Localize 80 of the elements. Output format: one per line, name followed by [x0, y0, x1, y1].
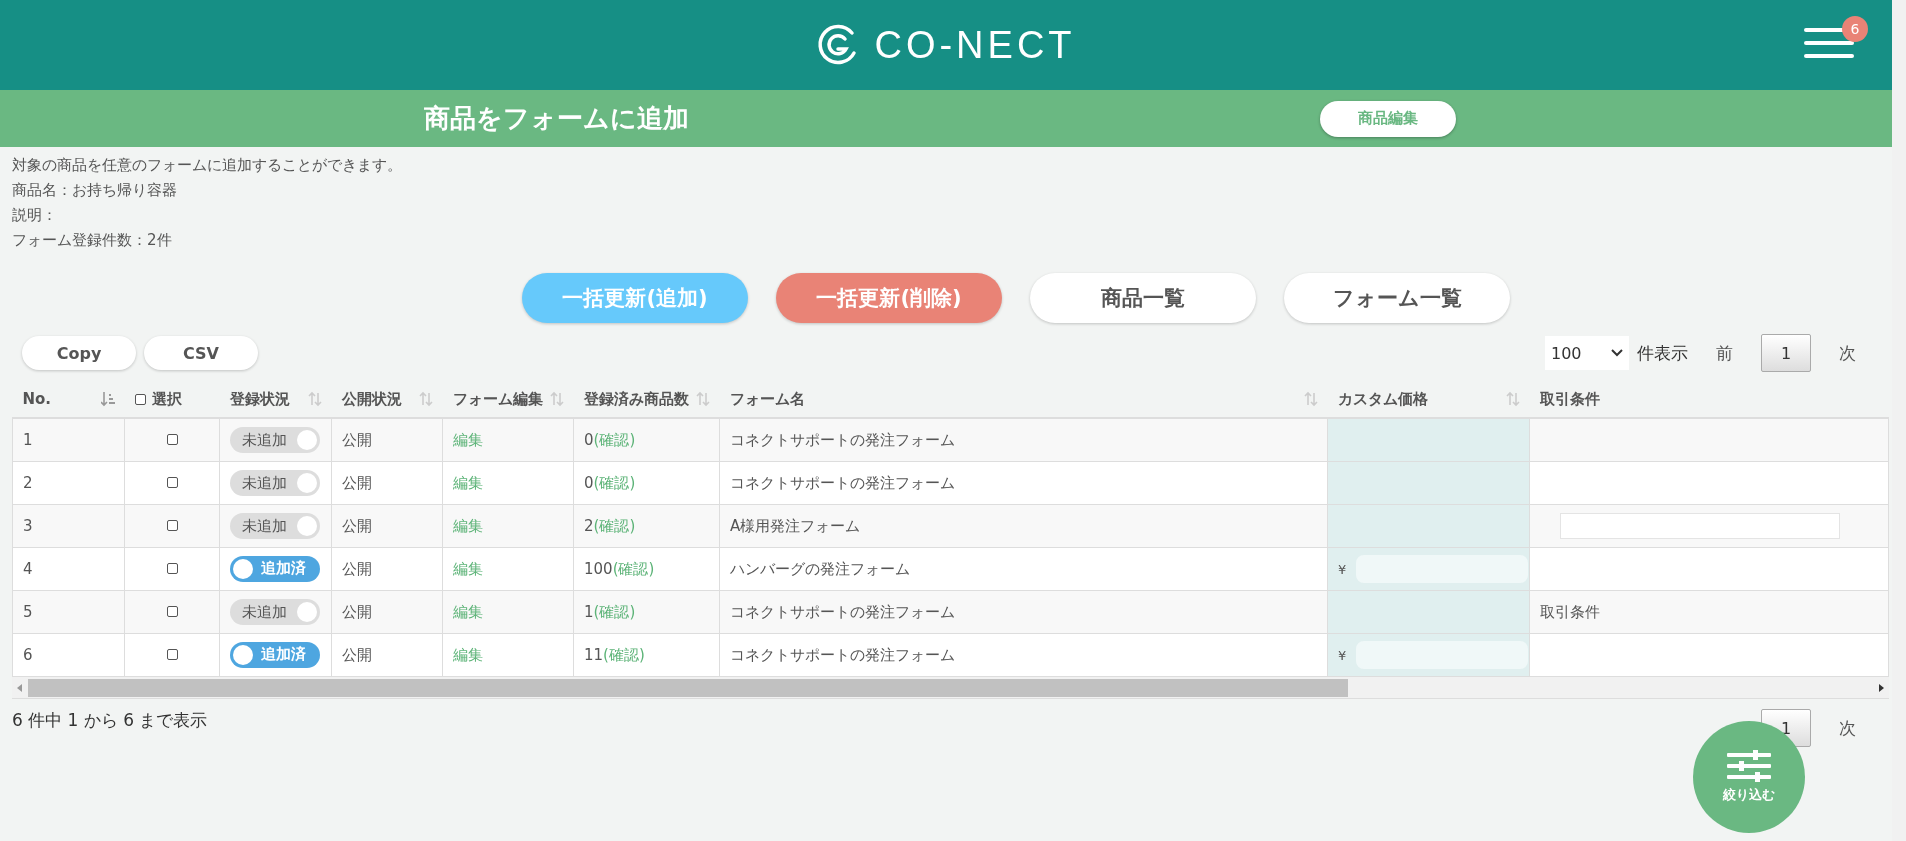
- info-text: 商品名：お持ち帰り容器: [12, 180, 178, 201]
- product-count: 1: [584, 602, 594, 621]
- currency-symbol: ¥: [1338, 647, 1347, 663]
- sort-icon[interactable]: [695, 391, 710, 407]
- status-toggle[interactable]: 未追加: [230, 470, 320, 496]
- action-button[interactable]: フォーム一覧: [1284, 273, 1510, 323]
- price-input[interactable]: [1356, 555, 1529, 583]
- public-status: 公開: [342, 430, 372, 449]
- export-button[interactable]: Copy: [22, 336, 136, 370]
- product-count: 2: [584, 516, 594, 535]
- row-number: 4: [23, 560, 33, 578]
- row-checkbox[interactable]: [166, 606, 178, 617]
- export-button[interactable]: CSV: [144, 336, 258, 370]
- page-button[interactable]: 1: [1761, 334, 1811, 372]
- row-checkbox[interactable]: [166, 563, 178, 574]
- product-count: 100: [584, 559, 613, 578]
- column-header[interactable]: 公開状況: [341, 389, 402, 409]
- action-button[interactable]: 商品一覧: [1030, 273, 1256, 323]
- column-header[interactable]: フォーム名: [729, 389, 805, 409]
- form-name: A様用発注フォーム: [730, 516, 861, 535]
- scroll-left-icon[interactable]: [16, 682, 24, 693]
- info-text: 対象の商品を任意のフォームに追加することができます。: [12, 155, 403, 176]
- row-checkbox[interactable]: [166, 649, 178, 660]
- terms-input[interactable]: [1560, 513, 1840, 539]
- column-header[interactable]: 取引条件: [1539, 389, 1600, 409]
- sliders-icon: [1725, 750, 1773, 782]
- sort-icon[interactable]: [307, 391, 322, 407]
- form-name: コネクトサポートの発注フォーム: [730, 645, 955, 664]
- sort-icon[interactable]: [1505, 391, 1520, 407]
- logo-text: CO-NECT: [874, 23, 1076, 67]
- form-name: コネクトサポートの発注フォーム: [730, 473, 955, 492]
- column-header[interactable]: No.: [22, 390, 52, 408]
- status-toggle[interactable]: 未追加: [230, 427, 320, 453]
- price-input[interactable]: [1356, 641, 1529, 669]
- form-name: コネクトサポートの発注フォーム: [730, 602, 955, 621]
- summary-text: 6 件中 1 から 6 まで表示: [12, 709, 208, 732]
- sort-icon[interactable]: [549, 391, 564, 407]
- terms-text: 取引条件: [1540, 602, 1600, 621]
- next-link[interactable]: 次: [1829, 341, 1866, 365]
- chevron-down-icon: [1611, 349, 1623, 357]
- column-header[interactable]: カスタム価格: [1337, 389, 1428, 409]
- product-count: 11: [584, 645, 604, 664]
- page-size-select[interactable]: 100: [1545, 336, 1629, 370]
- sort-ascending-icon[interactable]: [100, 391, 115, 407]
- product-count: 0: [584, 430, 594, 449]
- currency-symbol: ¥: [1338, 561, 1347, 577]
- form-name: コネクトサポートの発注フォーム: [730, 430, 955, 449]
- select-all-checkbox[interactable]: [134, 393, 146, 405]
- public-status: 公開: [342, 559, 372, 578]
- public-status: 公開: [342, 602, 372, 621]
- row-checkbox[interactable]: [166, 477, 178, 488]
- info-text: 説明：: [12, 205, 58, 226]
- product-count: 0: [584, 473, 594, 492]
- sort-icon[interactable]: [418, 391, 433, 407]
- notification-badge: 6: [1842, 16, 1868, 42]
- next-link[interactable]: 次: [1829, 716, 1866, 740]
- sort-icon[interactable]: [1303, 391, 1318, 407]
- column-header[interactable]: 選択: [151, 389, 182, 409]
- page-title: 商品をフォームに追加: [424, 102, 689, 135]
- column-header[interactable]: 登録済み商品数: [583, 389, 689, 409]
- column-header[interactable]: 登録状況: [229, 389, 290, 409]
- scroll-right-icon[interactable]: [1877, 682, 1885, 693]
- previous-link[interactable]: 前: [1706, 341, 1743, 365]
- scrollbar-thumb[interactable]: [28, 678, 1348, 697]
- info-text: フォーム登録件数：2件: [12, 230, 173, 251]
- row-number: 3: [23, 517, 33, 535]
- form-name: ハンバーグの発注フォーム: [730, 559, 910, 578]
- column-header[interactable]: フォーム編集: [452, 389, 543, 409]
- page-size-label: 件表示: [1637, 341, 1688, 365]
- status-toggle[interactable]: 未追加: [230, 599, 320, 625]
- row-number: 1: [23, 431, 33, 449]
- row-number: 5: [23, 603, 33, 621]
- status-toggle[interactable]: 未追加: [230, 513, 320, 539]
- row-checkbox[interactable]: [166, 434, 178, 445]
- row-number: 6: [23, 646, 33, 664]
- public-status: 公開: [342, 516, 372, 535]
- public-status: 公開: [342, 473, 372, 492]
- row-checkbox[interactable]: [166, 520, 178, 531]
- public-status: 公開: [342, 645, 372, 664]
- row-number: 2: [23, 474, 33, 492]
